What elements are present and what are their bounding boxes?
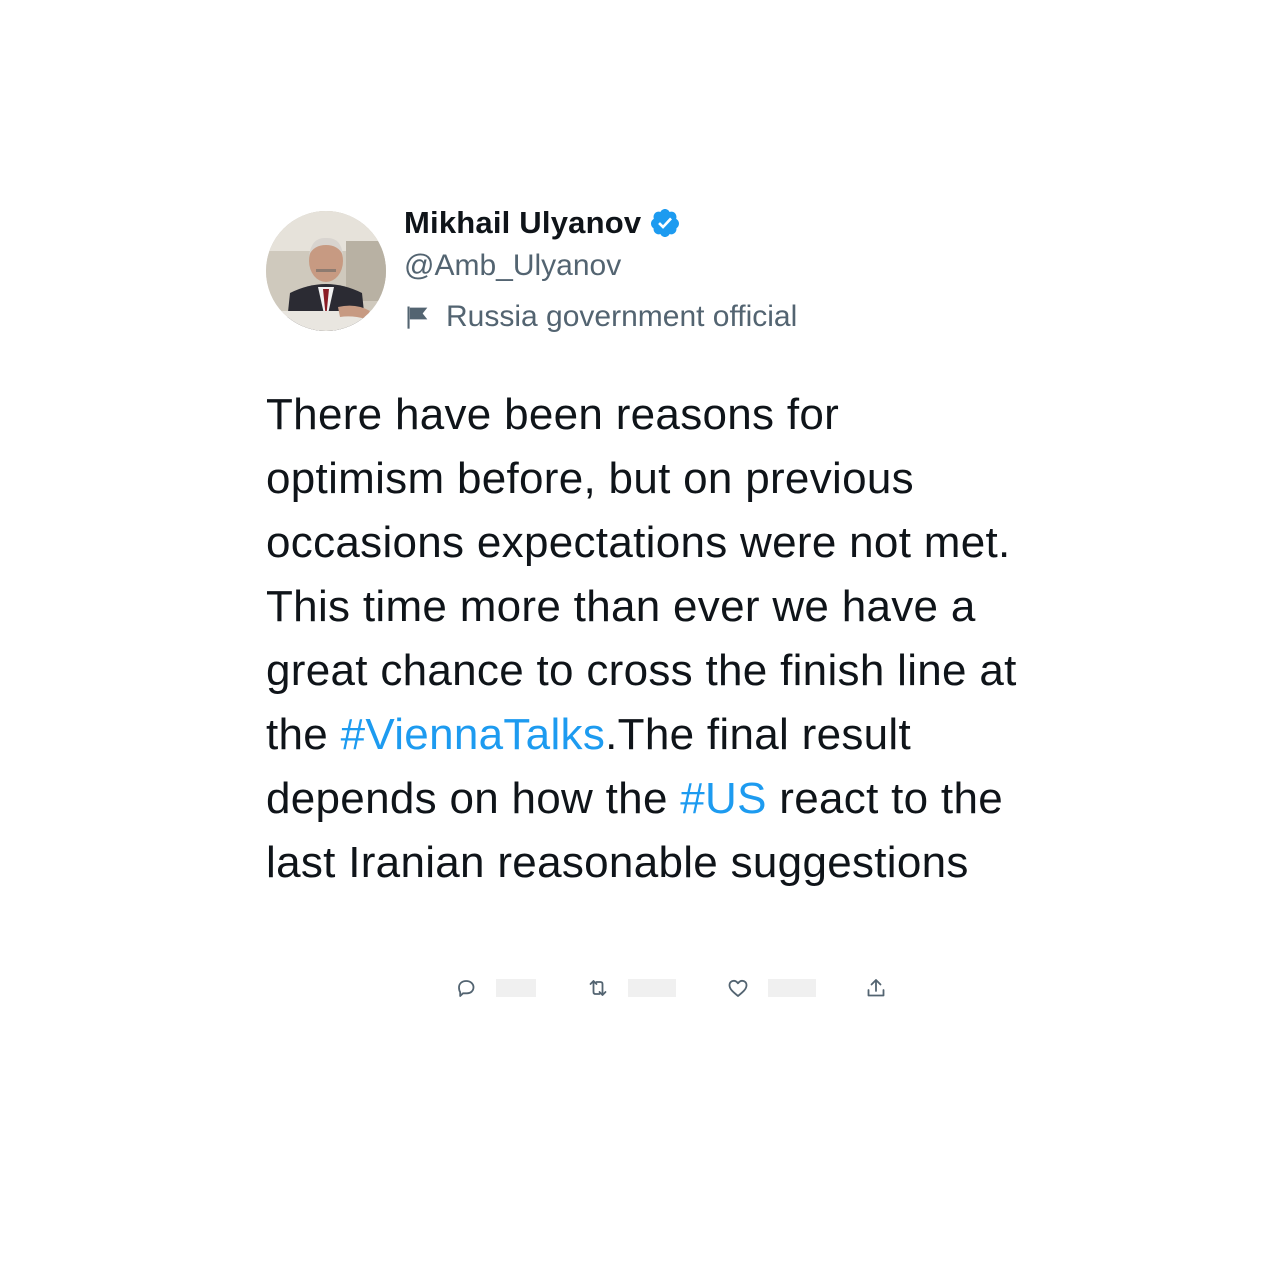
name-row: Mikhail Ulyanov [404, 205, 797, 241]
like-button[interactable] [726, 976, 816, 1000]
reply-button[interactable] [454, 976, 536, 1000]
display-name[interactable]: Mikhail Ulyanov [404, 205, 641, 241]
share-button[interactable] [864, 976, 888, 1000]
hashtag-us[interactable]: #US [680, 774, 767, 823]
retweet-button[interactable] [586, 976, 676, 1000]
flag-icon [404, 303, 432, 331]
tweet-header: Mikhail Ulyanov @Amb_Ulyanov Russia gove [266, 205, 1026, 335]
reply-count-placeholder [496, 979, 536, 997]
tweet: Mikhail Ulyanov @Amb_Ulyanov Russia gove [266, 205, 1026, 895]
verified-badge-icon [649, 207, 681, 239]
tweet-text: There have been reasons for optimism bef… [266, 383, 1026, 895]
account-label: Russia government official [404, 297, 797, 337]
share-icon [867, 979, 885, 997]
retweet-count-placeholder [628, 979, 676, 997]
reply-icon [458, 980, 475, 997]
heart-icon [728, 979, 748, 997]
author-info: Mikhail Ulyanov @Amb_Ulyanov Russia gove [404, 205, 797, 337]
account-label-text: Russia government official [446, 300, 798, 333]
avatar[interactable] [266, 211, 386, 331]
like-count-placeholder [768, 979, 816, 997]
action-bar [454, 970, 885, 1006]
tweet-text-part-1: There have been reasons for optimism bef… [266, 390, 1017, 759]
hashtag-viennatalks[interactable]: #ViennaTalks [341, 710, 606, 759]
avatar-image [266, 211, 386, 331]
retweet-icon [589, 980, 607, 996]
handle[interactable]: @Amb_Ulyanov [404, 249, 797, 289]
